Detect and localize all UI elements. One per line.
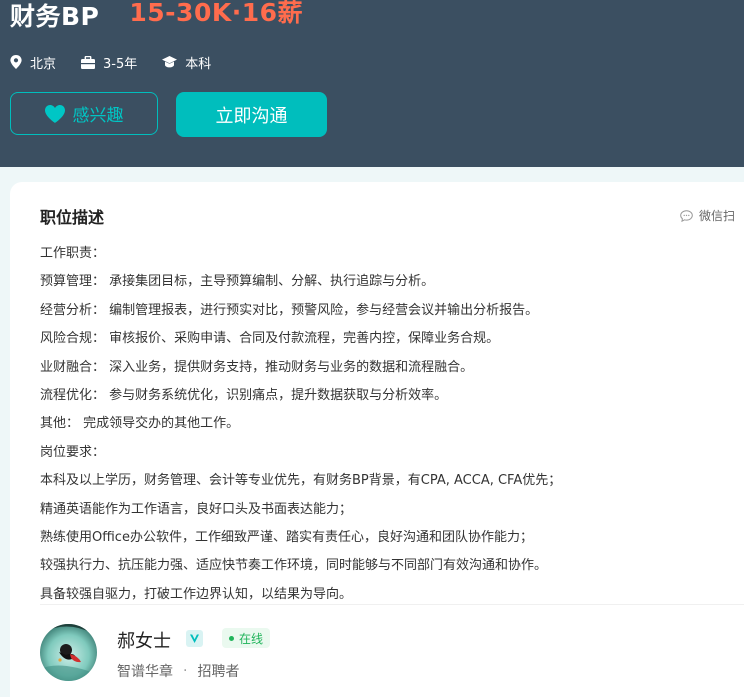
meta-experience: 3-5年 <box>81 53 137 72</box>
online-status-text: 在线 <box>239 631 264 646</box>
verified-v-icon <box>186 630 203 647</box>
description-line: 流程优化： 参与财务系统优化，识别痛点，提升数据获取与分析效率。 <box>40 387 448 403</box>
briefcase-icon <box>81 55 96 69</box>
description-line: 业财融合： 深入业务，提供财务支持，推动财务与业务的数据和流程融合。 <box>40 359 474 375</box>
salary: 15-30K·16薪 <box>129 0 304 27</box>
description-line: 预算管理： 承接集团目标，主导预算编制、分解、执行追踪与分析。 <box>40 274 435 290</box>
heart-icon <box>44 104 65 123</box>
interest-button[interactable]: 感兴趣 <box>10 92 158 135</box>
description-line: 经营分析： 编制管理报表，进行预实对比，预警风险，参与经营会议并输出分析报告。 <box>40 302 539 318</box>
chat-bubble-icon <box>680 209 693 222</box>
description-line: 本科及以上学历，财务管理、会计等专业优先，有财务BP背景，有CPA, ACCA,… <box>40 473 562 489</box>
location-text: 北京 <box>30 56 57 72</box>
chat-now-button[interactable]: 立即沟通 <box>176 92 327 137</box>
description-line: 工作职责： <box>40 246 106 261</box>
job-meta: 北京 3-5年 本科 <box>10 52 236 72</box>
meta-education: 本科 <box>162 53 211 72</box>
online-dot <box>229 635 234 641</box>
description-line: 风险合规： 审核报价、采购申请、合同及付款流程，完善内控，保障业务合规。 <box>40 331 500 347</box>
graduation-cap-icon <box>162 56 178 68</box>
description-line: 熟练使用Office办公软件，工作细致严谨、踏实有责任心，良好沟通和团队协作能力… <box>40 529 533 545</box>
meta-location: 北京 <box>10 53 56 72</box>
job-description: 工作职责： 预算管理： 承接集团目标，主导预算编制、分解、执行追踪与分析。 经营… <box>40 240 740 609</box>
education-text: 本科 <box>185 56 212 72</box>
interest-label: 感兴趣 <box>72 106 124 126</box>
title-row: 财务BP 15-30K·16薪 <box>10 0 303 34</box>
description-line: 岗位要求： <box>40 444 106 460</box>
section-title: 职位描述 <box>40 208 105 227</box>
separator: · <box>183 663 188 679</box>
wechat-scan-link[interactable]: 微信扫 <box>680 207 735 224</box>
job-detail-card: 职位描述 微信扫 工作职责： 预算管理： 承接集团目标，主导预算编制、分解、执行… <box>10 182 744 697</box>
recruiter-role: 招聘者 <box>197 664 240 680</box>
description-line: 精通英语能作为工作语言，良好口头及书面表达能力； <box>40 501 353 517</box>
recruiter-company: 智谱华章 <box>117 664 173 680</box>
recruiter-name: 郝女士 <box>117 631 171 652</box>
recruiter-info: 智谱华章 · 招聘者 <box>117 661 239 681</box>
wechat-label: 微信扫 <box>699 209 736 223</box>
experience-text: 3-5年 <box>103 56 138 72</box>
job-header: 财务BP 15-30K·16薪 北京 3-5年 本科 感兴趣 立即沟通 <box>0 0 744 167</box>
description-line: 较强执行力、抗压能力强、适应快节奏工作环境，同时能够与不同部门有效沟通和协作。 <box>40 558 548 574</box>
avatar-image <box>40 624 97 681</box>
location-icon <box>10 55 22 69</box>
job-title: 财务BP <box>10 2 100 31</box>
recruiter-avatar[interactable] <box>40 624 97 681</box>
chat-now-label: 立即沟通 <box>215 105 288 127</box>
description-line: 其他： 完成领导交办的其他工作。 <box>40 416 240 432</box>
divider <box>40 604 744 605</box>
online-status-badge: 在线 <box>222 628 271 648</box>
